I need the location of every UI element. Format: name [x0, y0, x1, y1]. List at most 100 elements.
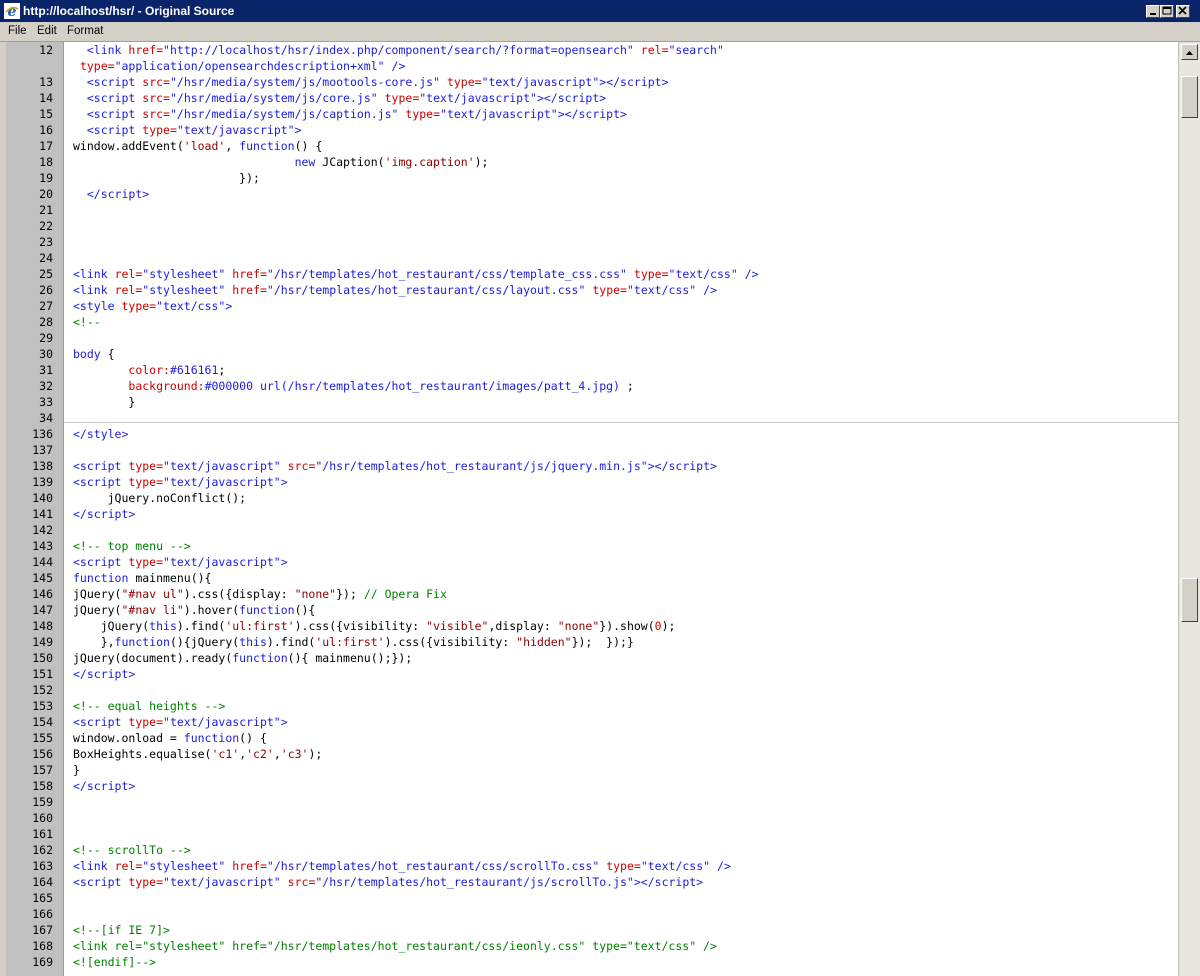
line-number: 26 [39, 283, 53, 297]
line-number: 166 [32, 907, 53, 921]
line-number: 153 [32, 699, 53, 713]
source-line: <script src="/hsr/media/system/js/core.j… [86, 91, 607, 105]
source-line: <script type="text/javascript"> [73, 475, 288, 489]
line-number: 34 [39, 411, 53, 425]
line-number: 164 [32, 875, 53, 889]
line-number: 20 [39, 187, 53, 201]
line-number: 27 [39, 299, 53, 313]
line-number: 22 [39, 219, 53, 233]
title-bar: e http://localhost/hsr/ - Original Sourc… [0, 0, 1200, 22]
line-number: 30 [39, 347, 53, 361]
source-line: background:#000000 url(/hsr/templates/ho… [128, 379, 634, 393]
source-line: <link rel="stylesheet" href="/hsr/templa… [73, 859, 731, 873]
source-line: <link rel="stylesheet" href="/hsr/templa… [73, 939, 717, 953]
scroll-thumb-top[interactable] [1181, 76, 1198, 118]
line-number [6, 58, 53, 74]
source-line: window.onload = function() { [73, 731, 267, 745]
close-button[interactable] [1176, 5, 1190, 18]
line-number: 28 [39, 315, 53, 329]
source-line: <!--[if IE 7]> [73, 923, 170, 937]
close-icon [1178, 6, 1187, 15]
vertical-scrollbar[interactable] [1178, 42, 1200, 976]
source-line: </script> [86, 187, 150, 201]
line-number: 137 [32, 443, 53, 457]
minimize-button[interactable] [1146, 5, 1160, 18]
line-number: 161 [32, 827, 53, 841]
line-number: 159 [32, 795, 53, 809]
line-number: 154 [32, 715, 53, 729]
scroll-thumb-bottom[interactable] [1181, 578, 1198, 622]
line-number: 12 [39, 43, 53, 57]
source-line: jQuery("#nav li").hover(function(){ [73, 603, 316, 617]
source-line: function mainmenu(){ [73, 571, 212, 585]
line-number: 141 [32, 507, 53, 521]
source-line: <link rel="stylesheet" href="/hsr/templa… [73, 283, 718, 297]
line-number: 157 [32, 763, 53, 777]
line-number: 13 [39, 75, 53, 89]
line-number: 19 [39, 171, 53, 185]
source-line: jQuery(this).find('ul:first').css({visib… [73, 619, 676, 633]
source-line: color:#616161; [128, 363, 226, 377]
source-line: <script type="text/javascript" src="/hsr… [73, 459, 717, 473]
line-number: 16 [39, 123, 53, 137]
minimize-icon [1150, 13, 1156, 15]
source-line: <!-- equal heights --> [73, 699, 226, 713]
maximize-button[interactable] [1160, 5, 1174, 18]
ie-icon: e [4, 3, 20, 19]
line-number: 145 [32, 571, 53, 585]
line-number: 168 [32, 939, 53, 953]
svg-text:e: e [8, 4, 17, 19]
line-number: 167 [32, 923, 53, 937]
source-line: <script type="text/javascript"> [73, 555, 288, 569]
menu-bar: File Edit Format [0, 22, 1200, 42]
source-line: },function(){jQuery(this).find('ul:first… [73, 635, 634, 649]
line-number: 160 [32, 811, 53, 825]
line-number: 155 [32, 731, 53, 745]
source-line: } [73, 763, 80, 777]
source-line: <!-- top menu --> [73, 539, 191, 553]
scroll-up-arrow-icon [1186, 51, 1193, 55]
source-line: } [73, 395, 136, 409]
scroll-up-button[interactable] [1181, 44, 1198, 60]
source-line: <link rel="stylesheet" href="/hsr/templa… [73, 267, 759, 281]
line-number: 24 [39, 251, 53, 265]
line-number: 136 [32, 427, 53, 441]
menu-format[interactable]: Format [67, 25, 103, 37]
source-line: <script type="text/javascript" src="/hsr… [73, 875, 704, 889]
menu-file[interactable]: File [8, 25, 27, 37]
source-line: window.addEvent('load', function() { [73, 139, 323, 153]
line-number: 165 [32, 891, 53, 905]
source-line: <!-- [73, 315, 101, 329]
source-line: jQuery("#nav ul").css({display: "none"})… [73, 587, 447, 601]
line-number: 146 [32, 587, 53, 601]
window-title: http://localhost/hsr/ - Original Source [23, 4, 235, 18]
source-line: </script> [73, 779, 136, 793]
line-number: 31 [39, 363, 53, 377]
source-line: type="application/opensearchdescription+… [79, 59, 406, 73]
line-number: 18 [39, 155, 53, 169]
source-line: <link href="http://localhost/hsr/index.p… [86, 43, 724, 57]
line-number: 152 [32, 683, 53, 697]
source-line: jQuery.noConflict(); [73, 491, 247, 505]
source-line: <script src="/hsr/media/system/js/captio… [86, 107, 627, 121]
line-number: 143 [32, 539, 53, 553]
line-number: 147 [32, 603, 53, 617]
source-line: <script src="/hsr/media/system/js/mootoo… [86, 75, 669, 89]
line-number: 14 [39, 91, 53, 105]
line-number: 140 [32, 491, 53, 505]
line-number: 149 [32, 635, 53, 649]
source-line: body { [73, 347, 115, 361]
source-line: new JCaption('img.caption'); [294, 155, 489, 169]
line-number: 162 [32, 843, 53, 857]
line-number: 151 [32, 667, 53, 681]
source-line: <![endif]--> [73, 955, 157, 969]
line-number: 25 [39, 267, 53, 281]
line-number: 15 [39, 107, 53, 121]
fold-separator [64, 422, 1178, 423]
source-line: </script> [73, 507, 136, 521]
line-number: 139 [32, 475, 53, 489]
line-number: 33 [39, 395, 53, 409]
menu-edit[interactable]: Edit [37, 25, 57, 37]
line-number: 29 [39, 331, 53, 345]
source-line: <script type="text/javascript"> [86, 123, 302, 137]
